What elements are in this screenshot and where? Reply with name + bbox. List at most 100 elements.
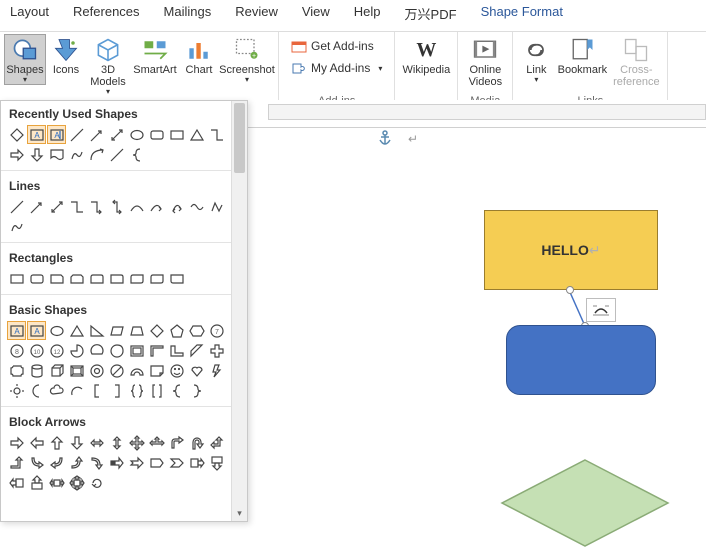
ar-curved-u[interactable] [67,453,86,472]
bs-chord[interactable] [87,341,106,360]
bs-brace-pair[interactable] [127,381,146,400]
bs-bracket-r[interactable] [107,381,126,400]
ar-curved-d[interactable] [87,453,106,472]
bs-frame[interactable] [127,341,146,360]
ar-left[interactable] [27,433,46,452]
ar-circular[interactable] [87,473,106,492]
ar-right[interactable] [7,433,26,452]
scrollbar-down[interactable]: ▾ [232,505,247,521]
crossref-button[interactable]: Cross-reference [609,34,663,89]
line-6[interactable] [107,197,126,216]
bs-halfframe[interactable] [147,341,166,360]
bs-dodecagon[interactable]: 12 [47,341,66,360]
ar-leftright[interactable] [87,433,106,452]
ar-curved-l[interactable] [47,453,66,472]
bs-blockarc[interactable] [127,361,146,380]
line-7[interactable] [127,197,146,216]
bs-brace-l[interactable] [167,381,186,400]
rect-6[interactable] [107,269,126,288]
tab-wanxing-pdf[interactable]: 万兴PDF [405,2,457,25]
bs-hexagon[interactable] [187,321,206,340]
ar-down[interactable] [67,433,86,452]
bs-oval[interactable] [47,321,66,340]
rect-1[interactable] [7,269,26,288]
bs-triangle[interactable] [67,321,86,340]
line-9[interactable] [167,197,186,216]
bs-donut[interactable] [87,361,106,380]
bs-cloud[interactable] [47,381,66,400]
bs-cube[interactable] [47,361,66,380]
bs-bracket-pair[interactable] [147,381,166,400]
ar-quad[interactable] [127,433,146,452]
ar-striped[interactable] [107,453,126,472]
shape-textbox-vertical[interactable]: A [47,125,66,144]
bs-textbox-v[interactable]: A [27,321,46,340]
rect-9[interactable] [167,269,186,288]
screenshot-button[interactable]: + Screenshot ▾ [218,34,276,85]
tab-shape-format[interactable]: Shape Format [481,2,563,25]
shape-line[interactable] [67,125,86,144]
bs-noentry[interactable] [107,361,126,380]
bs-heart[interactable] [187,361,206,380]
rect-7[interactable] [127,269,146,288]
line-3[interactable] [47,197,66,216]
rect-2[interactable] [27,269,46,288]
bs-plaque[interactable] [7,361,26,380]
bs-foldedcorner[interactable] [147,361,166,380]
shape-diamond-green[interactable] [500,458,670,548]
tab-mailings[interactable]: Mailings [164,2,212,25]
link-button[interactable]: Link ▾ [517,34,555,85]
shape-left-brace[interactable] [127,145,146,164]
online-videos-button[interactable]: Online Videos [462,34,508,89]
tab-help[interactable]: Help [354,2,381,25]
ar-callout-lr[interactable] [47,473,66,492]
bs-teardrop[interactable] [107,341,126,360]
bs-trapezoid[interactable] [127,321,146,340]
layout-options-popup[interactable] [586,298,616,322]
tab-view[interactable]: View [302,2,330,25]
bs-diamond[interactable] [147,321,166,340]
dropdown-scrollbar[interactable]: ▾ [231,101,247,521]
tab-review[interactable]: Review [235,2,278,25]
line-8[interactable] [147,197,166,216]
smartart-button[interactable]: SmartArt [130,34,180,77]
bs-can[interactable] [27,361,46,380]
ar-uturn[interactable] [187,433,206,452]
shape-flowchart-doc[interactable] [47,145,66,164]
shape-freeform[interactable] [67,145,86,164]
wikipedia-button[interactable]: W Wikipedia [399,34,453,77]
ar-callout-l[interactable] [7,473,26,492]
ar-callout-u[interactable] [27,473,46,492]
bs-cross[interactable] [207,341,226,360]
bs-parallelogram[interactable] [107,321,126,340]
bs-lshape[interactable] [167,341,186,360]
shape-triangle[interactable] [187,125,206,144]
ar-3way[interactable] [147,433,166,452]
ar-callout-r[interactable] [187,453,206,472]
shape-arrow-right[interactable] [7,145,26,164]
ar-up[interactable] [47,433,66,452]
shape-line-double-arrow[interactable] [107,125,126,144]
shape-oval[interactable] [127,125,146,144]
shape-diamond[interactable] [7,125,26,144]
shapes-button[interactable]: Shapes ▾ [4,34,46,85]
ar-curved-r[interactable] [27,453,46,472]
shape-connector-curved[interactable] [87,145,106,164]
ar-chevron[interactable] [167,453,186,472]
get-addins-button[interactable]: Get Add-ins [287,36,386,56]
document-canvas[interactable]: ↵ HELLO↵ [248,100,706,522]
shape-rect[interactable] [167,125,186,144]
line-10[interactable] [187,197,206,216]
shape-rounded-rect[interactable] [147,125,166,144]
bs-heptagon[interactable]: 7 [207,321,226,340]
line-4[interactable] [67,197,86,216]
shape-rounded-rect-blue[interactable] [506,325,656,395]
connector-handle-start[interactable] [566,286,574,294]
tab-references[interactable]: References [73,2,139,25]
rect-5[interactable] [87,269,106,288]
bs-octagon[interactable]: 8 [7,341,26,360]
ar-bentup[interactable] [7,453,26,472]
bs-bracket-l[interactable] [87,381,106,400]
bs-sun[interactable] [7,381,26,400]
ar-updown[interactable] [107,433,126,452]
